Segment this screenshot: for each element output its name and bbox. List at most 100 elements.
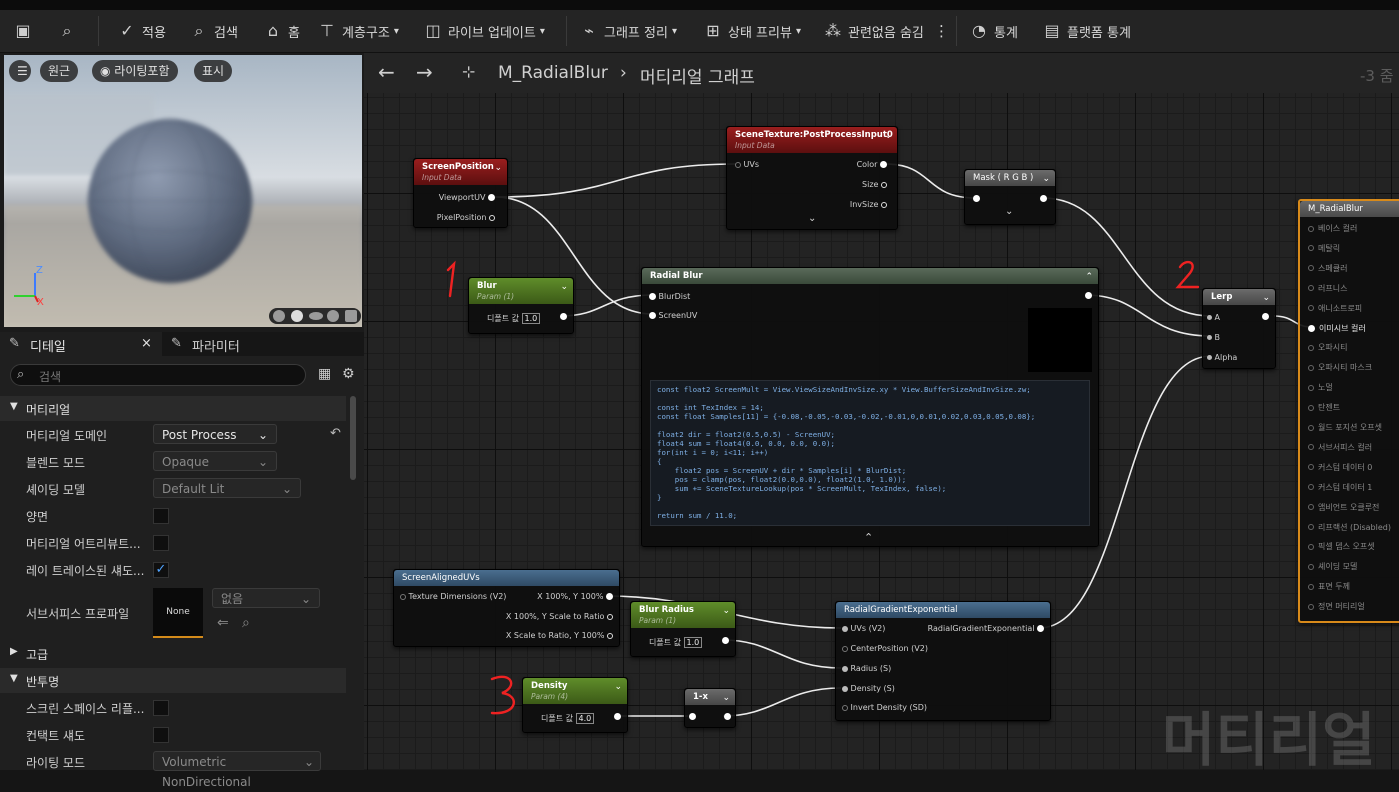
pin-dot[interactable] [842,645,848,652]
material-output-pin[interactable]: 러프니스 [1308,283,1347,294]
pin-dot[interactable] [1308,543,1314,550]
node-radial-gradient[interactable]: RadialGradientExponential UVs (V2) Cente… [835,601,1051,721]
pin-dot[interactable] [1308,424,1314,431]
pin-mask-input[interactable] [973,195,980,202]
raytraced-shadow-checkbox[interactable]: ✓ [153,562,169,578]
viewport-perspective-button[interactable]: 원근 [40,60,79,82]
two-sided-checkbox[interactable] [153,508,169,524]
pin-output[interactable] [1085,292,1092,299]
node-density[interactable]: Density Param (4) ⌄ 디폴트 값 4.0 [522,677,628,733]
pin-output[interactable] [614,713,621,720]
preview-state-button[interactable]: ⊞ 상태 프리뷰 ▾ [704,10,801,52]
close-icon[interactable]: × [141,336,152,351]
preview-viewport[interactable]: Z X ☰ 원근 ◉ 라이팅포함 표시 [4,55,362,327]
browse-asset-icon[interactable]: ⌕ [242,615,250,631]
pin-dot[interactable] [1308,384,1314,391]
pin-dot[interactable] [880,161,887,168]
pin-dot[interactable] [1308,364,1314,371]
pin-blurdist[interactable]: BlurDist [649,292,690,301]
pin-dot[interactable] [1207,335,1212,340]
pin-invsize[interactable]: InvSize [850,200,887,209]
pin-invert-density[interactable]: Invert Density (SD) [842,703,927,712]
material-output-pin[interactable]: 리프랙션 (Disabled) [1308,522,1391,533]
node-radial-blur[interactable]: Radial Blur ⌃ BlurDist ScreenUV const flo… [641,267,1099,547]
material-output-pin[interactable]: 메탈릭 [1308,243,1340,254]
pin-dot[interactable] [842,685,848,692]
pin-dot[interactable] [881,181,887,188]
node-material-output[interactable]: M_RadialBlur 베이스 컬러 메탈릭 스페큘러 러프니스 애니소트로피 이미시브… [1298,199,1399,623]
pin-dot[interactable] [1308,225,1314,232]
apply-button[interactable]: ✓ 적용 [118,10,166,52]
viewport-show-button[interactable]: 표시 [194,60,233,82]
hide-unrelated-button[interactable]: ⁂ 관련없음 숨김 [824,10,924,52]
material-output-pin[interactable]: 애니소트로피 [1308,303,1362,314]
use-selected-icon[interactable]: ⇐ [217,615,229,631]
material-output-pin[interactable]: 정면 머티리얼 [1308,601,1365,612]
category-material[interactable]: ▼ 머티리얼 [0,396,346,421]
pin-dot[interactable] [649,312,656,319]
material-graph[interactable]: 1 2 3 ← → ⊹ M_RadialBlur › 머티리얼 그래프 -3 줌… [364,53,1399,770]
material-output-pin[interactable]: 노멀 [1308,382,1333,393]
node-lerp[interactable]: Lerp ⌄ A B Alpha [1202,288,1276,369]
pin-dot[interactable] [649,293,656,300]
pin-color[interactable]: Color [857,160,887,169]
pin-x100-y100[interactable]: X 100%, Y 100% [537,592,613,601]
material-output-pin[interactable]: 스페큘러 [1308,263,1347,274]
chevron-down-icon[interactable]: ⌄ [1005,206,1013,217]
default-value-input[interactable]: 4.0 [575,713,595,724]
pin-dot[interactable] [1308,305,1314,312]
forward-arrow-icon[interactable]: → [416,60,433,84]
pin-dot[interactable] [400,593,406,600]
category-translucency[interactable]: ▼ 반투명 [0,668,346,693]
scrollbar-thumb[interactable] [350,396,356,480]
pin-output[interactable] [1262,313,1269,320]
viewport-lit-button[interactable]: ◉ 라이팅포함 [92,60,178,82]
material-output-pin[interactable]: 월드 포지션 오프셋 [1308,422,1382,433]
more-options-button[interactable]: ⋮ [934,10,949,52]
pin-xscale-y100[interactable]: X Scale to Ratio, Y 100% [506,631,613,640]
tab-details[interactable]: ✎ 디테일 × [0,332,162,356]
pin-alpha[interactable]: Alpha [1207,353,1237,362]
material-output-pin[interactable]: 표면 두께 [1308,581,1350,592]
pin-dot[interactable] [1308,464,1314,471]
preview-shape-selector[interactable] [269,308,361,324]
plane-icon[interactable] [309,312,323,320]
pin-dot[interactable] [607,613,613,620]
material-output-pin[interactable]: 오파시티 마스크 [1308,362,1372,373]
pin-radius[interactable]: Radius (S) [842,664,891,673]
browse-button[interactable]: ⌕ [58,10,82,52]
material-output-pin[interactable]: 앰비언트 오클루전 [1308,502,1379,513]
home-button[interactable]: ⌂ 홈 [264,10,300,52]
pin-dot[interactable] [1308,524,1314,530]
default-value-input[interactable]: 1.0 [683,637,703,648]
pin-gradient-output[interactable]: RadialGradientExponential [928,624,1044,633]
pin-output[interactable] [724,713,731,720]
pin-dot[interactable] [488,194,495,201]
pin-dot[interactable] [1308,484,1314,491]
pin-dot[interactable] [607,632,613,639]
pin-x100-yscale[interactable]: X 100%, Y Scale to Ratio [506,612,613,621]
pin-dot[interactable] [1308,285,1314,292]
pin-dot[interactable] [1308,504,1314,511]
contact-shadow-checkbox[interactable] [153,727,169,743]
material-output-pin[interactable]: 서브서피스 컬러 [1308,442,1372,453]
pin-texture-dimensions[interactable]: Texture Dimensions (V2) [400,592,506,601]
reset-icon[interactable]: ↶ [330,426,341,441]
material-output-pin[interactable]: 픽셀 뎁스 오프셋 [1308,541,1375,552]
pin-dot[interactable] [1308,563,1314,570]
clean-graph-button[interactable]: ⌁ 그래프 정리 ▾ [580,10,677,52]
pin-dot[interactable] [606,593,613,600]
material-output-pin[interactable]: 이미시브 컬러 [1308,323,1366,334]
custom-mesh-icon[interactable] [345,310,357,322]
shading-model-dropdown[interactable]: Default Lit ⌄ [153,478,301,498]
material-output-pin[interactable]: 탄젠트 [1308,402,1340,413]
hlsl-code-block[interactable]: const float2 ScreenMult = View.ViewSizeA… [650,380,1090,526]
pin-dot[interactable] [1308,324,1315,332]
chevron-up-icon[interactable]: ⌃ [864,531,873,544]
material-domain-dropdown[interactable]: Post Process ⌄ [153,424,277,444]
pin-dot[interactable] [842,625,848,632]
pin-mask-output[interactable] [1040,195,1047,202]
viewport-menu-button[interactable]: ☰ [9,60,31,82]
pin-dot[interactable] [1308,603,1314,610]
subsurface-thumbnail[interactable]: None [153,588,203,638]
